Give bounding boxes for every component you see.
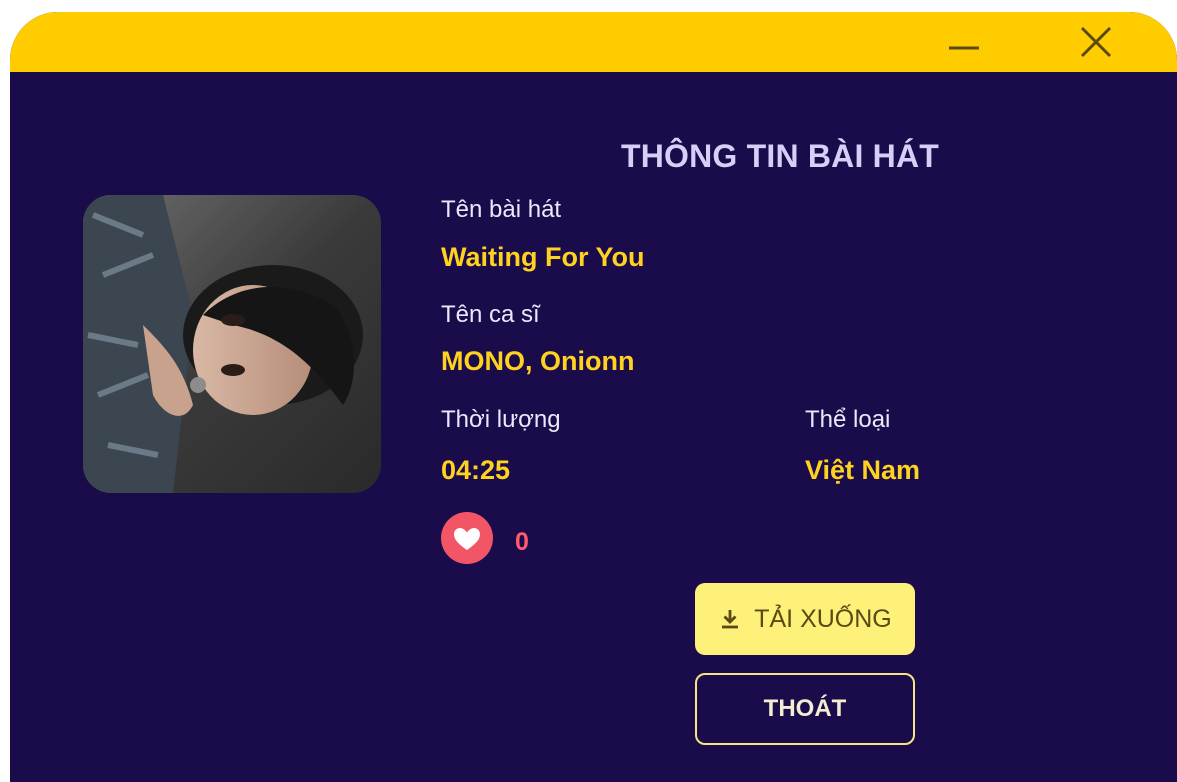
duration-label: Thời lượng — [441, 406, 561, 433]
genre-label: Thể loại — [805, 406, 891, 433]
heart-icon — [454, 528, 480, 550]
duration-value: 04:25 — [441, 455, 511, 485]
song-name-value: Waiting For You — [441, 242, 645, 272]
page-title: THÔNG TIN BÀI HÁT — [620, 138, 940, 174]
minimize-button[interactable] — [942, 20, 986, 64]
close-icon — [1080, 26, 1112, 58]
song-name-label: Tên bài hát — [441, 196, 562, 223]
download-button[interactable]: TẢI XUỐNG — [695, 583, 915, 655]
download-icon — [722, 610, 739, 629]
exit-button-label: THOÁT — [763, 695, 847, 722]
close-button[interactable] — [1074, 20, 1118, 64]
album-cover-image — [83, 195, 381, 493]
artist-value: MONO, Onionn — [441, 346, 635, 376]
genre-value: Việt Nam — [805, 455, 921, 485]
minimize-icon — [949, 46, 979, 50]
like-count: 0 — [515, 528, 529, 556]
like-button[interactable] — [441, 512, 493, 564]
download-button-label: TẢI XUỐNG — [754, 604, 892, 633]
song-info-window: THÔNG TIN BÀI HÁT Tên bài hát Waiting Fo… — [10, 12, 1177, 782]
title-bar[interactable] — [10, 12, 1177, 72]
exit-button[interactable]: THOÁT — [695, 673, 915, 745]
artist-label: Tên ca sĩ — [441, 301, 540, 328]
